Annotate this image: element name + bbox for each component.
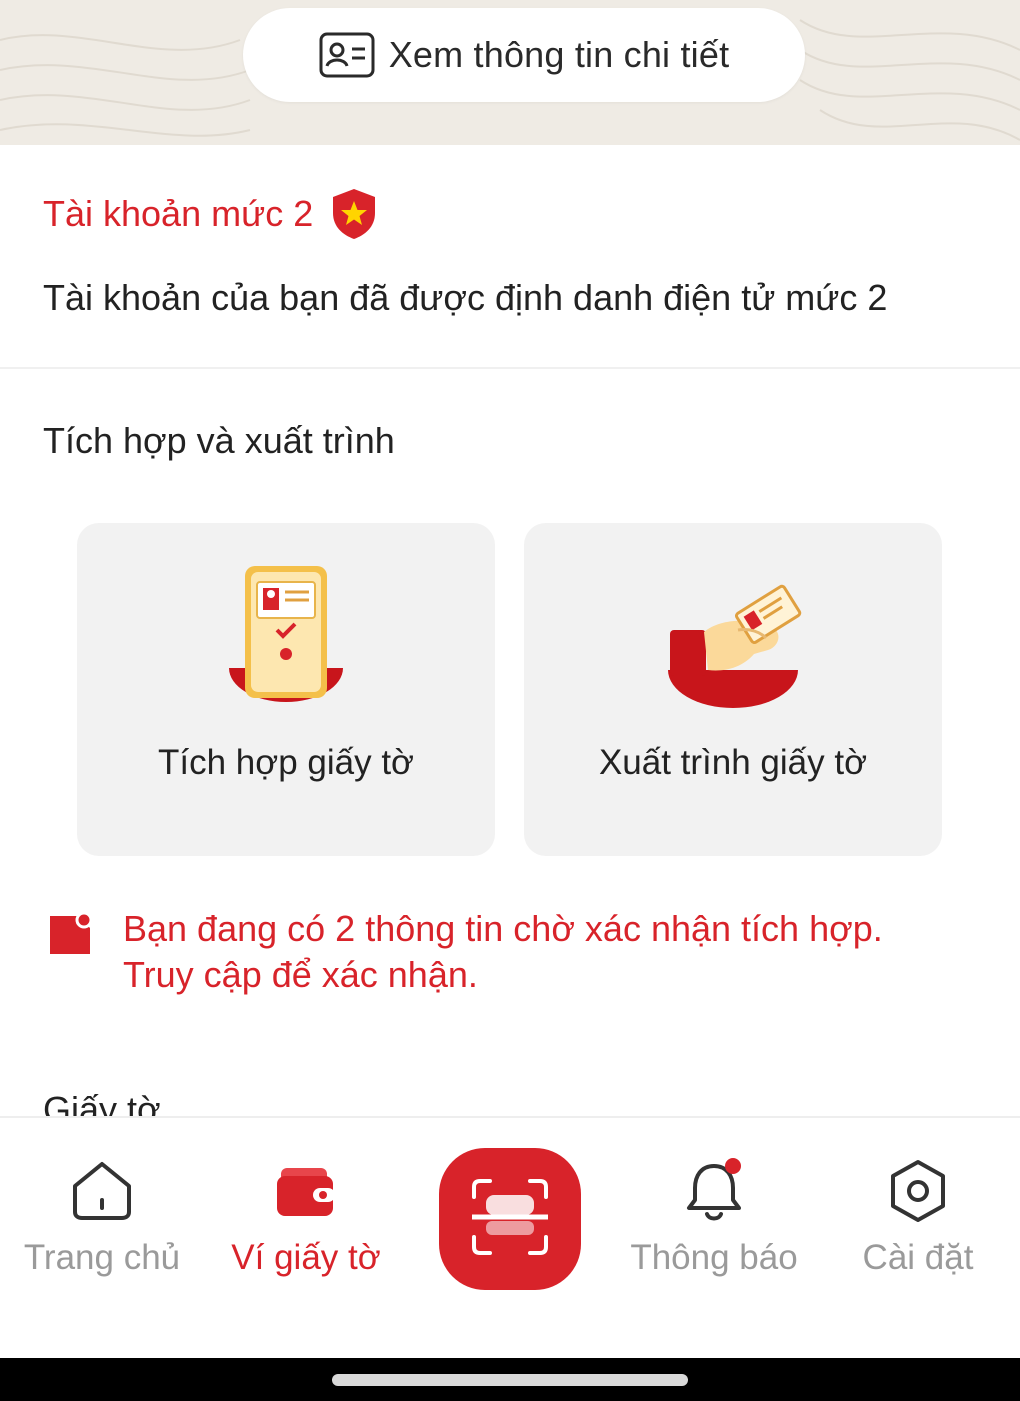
integrate-documents-card[interactable]: Tích hợp giấy tờ [77, 523, 495, 856]
nav-item-notifications[interactable]: Thông báo [614, 1118, 814, 1318]
nav-label-notifications: Thông báo [630, 1238, 798, 1277]
wallet-icon [271, 1158, 341, 1228]
account-level-row: Tài khoản mức 2 [43, 187, 379, 241]
scan-icon [468, 1175, 552, 1264]
nav-label-settings: Cài đặt [862, 1238, 974, 1277]
nav-item-home[interactable]: Trang chủ [2, 1118, 202, 1318]
account-level-title: Tài khoản mức 2 [43, 193, 314, 234]
nav-label-home: Trang chủ [23, 1238, 181, 1277]
integration-section-title: Tích hợp và xuất trình [43, 420, 395, 461]
phone-document-icon [77, 558, 495, 733]
documents-section-title: Giấy tờ [43, 1089, 161, 1116]
present-documents-label: Xuất trình giấy tờ [598, 743, 868, 782]
nav-item-wallet[interactable]: Ví giấy tờ [206, 1118, 406, 1318]
nav-label-wallet: Ví giấy tờ [231, 1238, 381, 1277]
pending-notice-line1: Bạn đang có 2 thông tin chờ xác nhận tíc… [123, 908, 883, 949]
shield-star-icon [329, 187, 379, 241]
bell-icon [679, 1158, 749, 1228]
note-badge-icon [46, 910, 94, 958]
account-level-section: Tài khoản mức 2 Tài khoản của bạn đã đượ… [0, 145, 1020, 369]
pending-notice-line2: Truy cập để xác nhận. [123, 954, 478, 995]
profile-banner: Xem thông tin chi tiết [0, 0, 1020, 145]
system-navigation-bar [0, 1358, 1020, 1401]
nav-item-settings[interactable]: Cài đặt [818, 1118, 1018, 1318]
account-level-description: Tài khoản của bạn đã được định danh điện… [43, 277, 888, 318]
pending-notice-text: Bạn đang có 2 thông tin chờ xác nhận tíc… [123, 906, 883, 998]
present-documents-card[interactable]: Xuất trình giấy tờ [524, 523, 942, 856]
view-details-label: Xem thông tin chi tiết [388, 34, 730, 75]
scan-button[interactable] [439, 1148, 581, 1290]
notification-badge [725, 1158, 741, 1174]
home-icon [67, 1158, 137, 1228]
home-indicator[interactable] [332, 1374, 688, 1386]
bottom-navigation: Trang chủ Ví giấy tờ Thông báo Cài đặt [0, 1116, 1020, 1358]
settings-icon [883, 1158, 953, 1228]
hand-card-icon [524, 558, 942, 733]
id-card-icon [319, 32, 375, 78]
view-details-button[interactable]: Xem thông tin chi tiết [243, 8, 805, 102]
integrate-documents-label: Tích hợp giấy tờ [157, 743, 414, 782]
